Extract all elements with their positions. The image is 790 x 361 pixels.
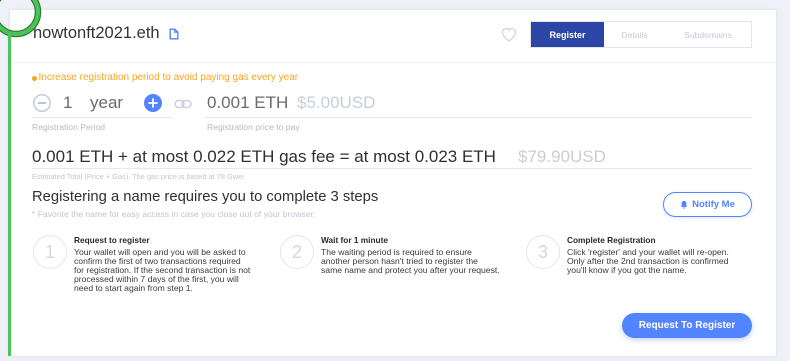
header-divider [10, 62, 776, 63]
request-to-register-button[interactable]: Request To Register [622, 313, 752, 338]
step-description: Click 'register' and your wallet will re… [567, 248, 729, 275]
step-description: The waiting period is required to ensure… [321, 248, 500, 275]
step-2: 2 Wait for 1 minute The waiting period i… [280, 235, 510, 305]
price-eth: 0.001 ETH [207, 93, 289, 112]
period-unit: year [90, 93, 124, 112]
step-description-line: need to start again from step 1. [74, 283, 193, 293]
copy-icon[interactable] [169, 28, 179, 40]
step-title: Complete Registration [567, 235, 656, 245]
step-title: Request to register [74, 235, 150, 245]
total-note: Estimated Total (Price + Gas). The gas p… [32, 172, 244, 181]
step-title: Wait for 1 minute [321, 235, 388, 245]
notify-me-label: Notify Me [692, 199, 735, 210]
plus-icon [144, 94, 162, 112]
price-underline [205, 117, 752, 118]
price-label: Registration price to pay [207, 122, 300, 132]
tab-subdomains[interactable]: Subdomains [665, 22, 751, 47]
step-description-line: you'll know if you got the name. [567, 265, 687, 275]
notify-me-button[interactable]: Notify Me [663, 192, 752, 217]
favorite-note: * Favorite the name for easy access in c… [32, 209, 316, 219]
step-1: 1 Request to register Your wallet will o… [33, 235, 263, 305]
price-usd: $5.00USD [297, 93, 376, 112]
step-number-circle: 2 [280, 235, 314, 269]
step-description: Your wallet will open and you will be as… [74, 248, 250, 293]
tab-register[interactable]: Register [531, 22, 604, 47]
period-label: Registration Period [32, 122, 106, 132]
gas-warning-text: Increase registration period to avoid pa… [38, 72, 299, 83]
tab-details[interactable]: Details [604, 22, 665, 47]
highlight-ring [0, 0, 42, 38]
tab-bar: Register Details Subdomains [530, 21, 752, 48]
step-3: 3 Complete Registration Click 'register'… [526, 235, 756, 305]
step-number-circle: 1 [33, 235, 67, 269]
minus-icon [33, 94, 51, 112]
registration-card: howtonft2021.eth Register Details Subdom… [10, 10, 776, 356]
steps-heading: Registering a name requires you to compl… [32, 189, 379, 205]
domain-title: howtonft2021.eth [33, 24, 160, 42]
period-underline [32, 117, 172, 118]
step-description-line: same name and protect you after your req… [321, 265, 500, 275]
gas-warning: Increase registration period to avoid pa… [32, 72, 298, 84]
info-dot-icon [32, 75, 37, 81]
increase-period-button[interactable] [144, 94, 162, 112]
step-number-circle: 3 [526, 235, 560, 269]
highlight-line [8, 33, 11, 356]
heart-icon[interactable] [500, 26, 518, 42]
link-icon [174, 99, 192, 109]
total-usd: $79.90USD [518, 147, 606, 166]
bell-icon [680, 200, 688, 209]
total-underline [32, 168, 752, 169]
decrease-period-button[interactable] [33, 94, 51, 112]
total-eth: 0.001 ETH + at most 0.022 ETH gas fee = … [32, 147, 496, 166]
period-value: 1 [63, 93, 73, 112]
